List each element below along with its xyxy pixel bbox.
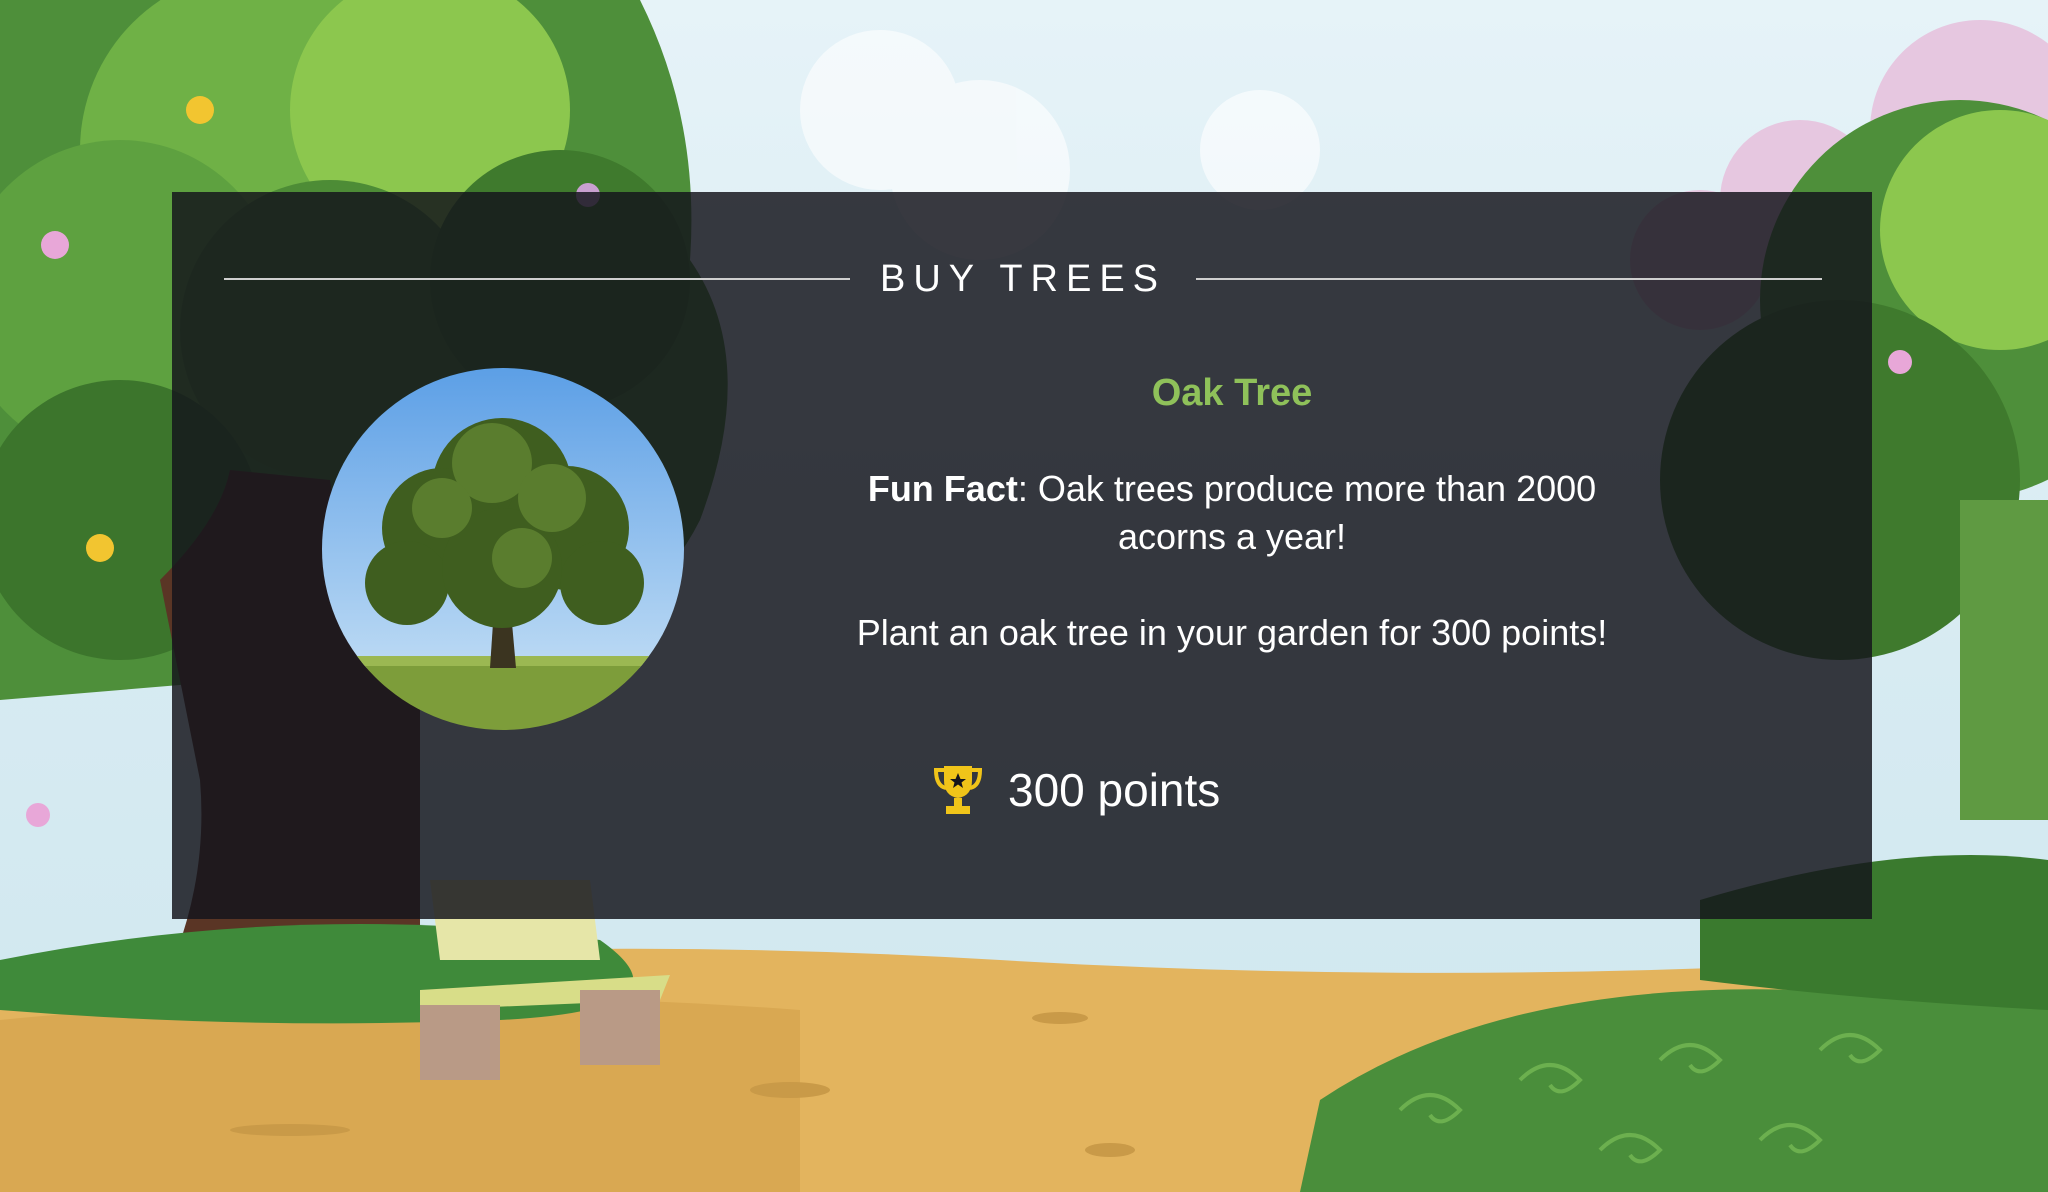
fun-fact-text: : Oak trees produce more than 2000 acorn…	[1017, 468, 1597, 557]
buy-trees-panel: BUY TREES Oak Tree Fun Fact: Oak trees p…	[172, 192, 1872, 919]
plant-description: Plant an oak tree in your garden for 300…	[856, 612, 1608, 653]
fun-fact: Fun Fact: Oak trees produce more than 20…	[852, 465, 1612, 561]
park-scene: BUY TREES Oak Tree Fun Fact: Oak trees p…	[0, 0, 2048, 1192]
trophy-icon	[933, 766, 983, 814]
fun-fact-label: Fun Fact	[867, 468, 1018, 509]
heading-rule-right	[1196, 278, 1823, 280]
oak-tree-illustration	[322, 368, 684, 730]
panel-title: BUY TREES	[880, 257, 1167, 300]
buy-cost-button[interactable]: 300 points	[932, 762, 1220, 818]
cost-label: 300 points	[1008, 764, 1221, 816]
heading-rule-left	[224, 278, 850, 280]
panel-heading: BUY TREES	[224, 254, 1823, 304]
oak-tree-image[interactable]	[322, 368, 684, 730]
tree-info: Oak Tree Fun Fact: Oak trees produce mor…	[732, 372, 1732, 657]
tree-name: Oak Tree	[1151, 372, 1313, 414]
